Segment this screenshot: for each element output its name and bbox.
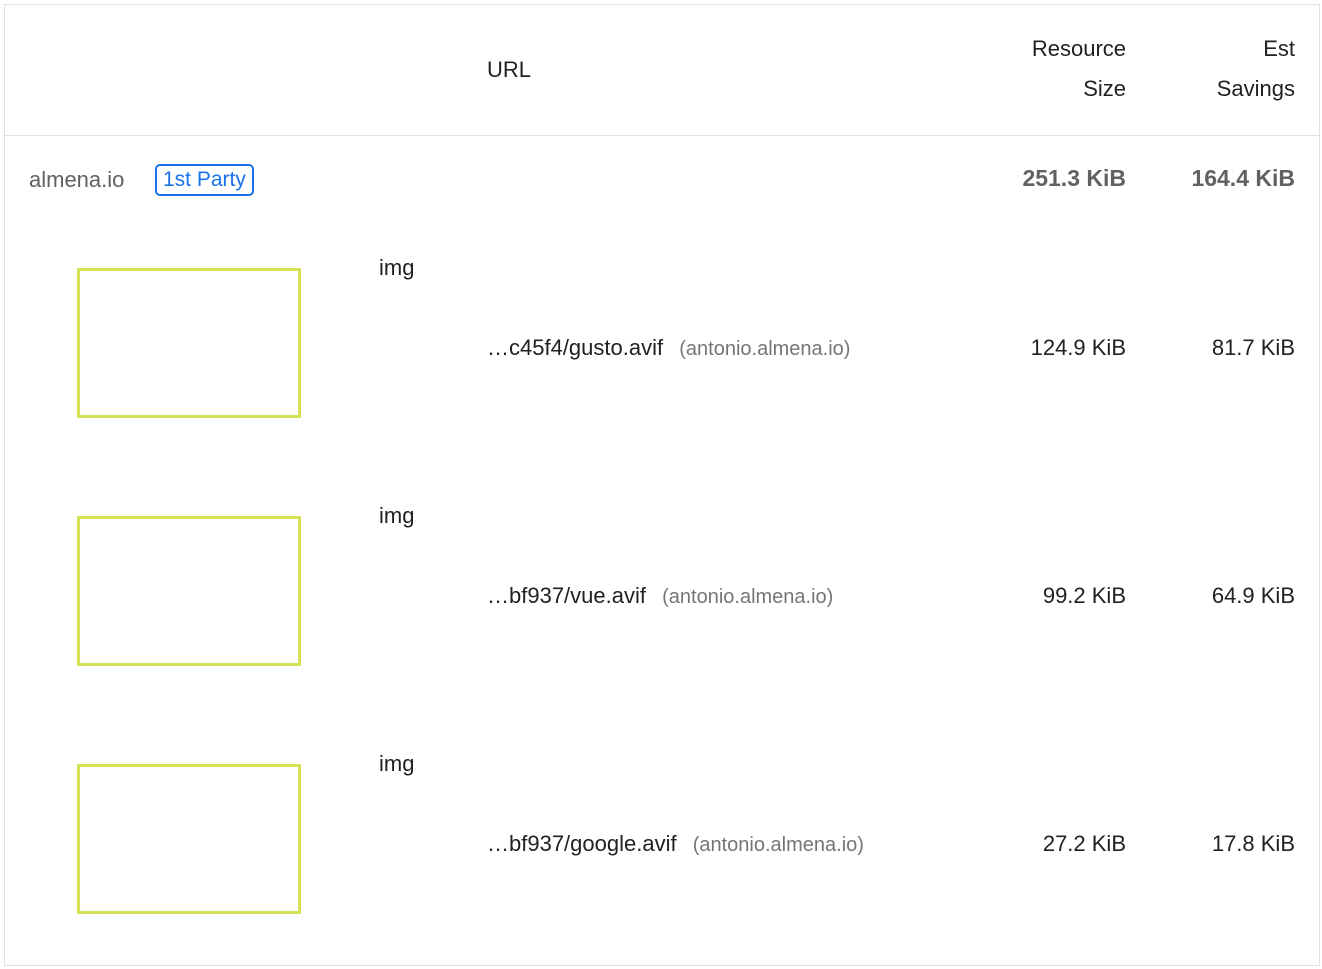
entity-name: almena.io (29, 167, 125, 192)
element-thumbnail[interactable] (77, 516, 301, 666)
first-party-badge: 1st Party (155, 164, 254, 196)
element-thumbnail[interactable] (77, 268, 301, 418)
est-savings: 81.7 KiB (1211, 335, 1295, 360)
column-header-resource-size-line1: Resource (1031, 36, 1126, 61)
resource-url[interactable]: …c45f4/gusto.avif (antonio.almena.io) (487, 335, 850, 361)
resource-url-path[interactable]: …bf937/vue.avif (487, 583, 646, 608)
table-header: URL Resource Size Est Savings (5, 5, 1319, 136)
column-header-resource-size[interactable]: Resource Size (926, 29, 1126, 109)
node-label: img (379, 255, 415, 280)
resource-url[interactable]: …bf937/google.avif (antonio.almena.io) (487, 831, 864, 857)
column-header-est-savings[interactable]: Est Savings (1145, 29, 1295, 109)
resource-url-host: (antonio.almena.io) (679, 338, 851, 360)
column-header-url[interactable]: URL (487, 50, 531, 90)
table-row: img …bf937/google.avif (antonio.almena.i… (5, 721, 1319, 969)
resource-size: 27.2 KiB (1042, 831, 1126, 856)
entity-group-row: almena.io 1st Party 251.3 KiB 164.4 KiB (5, 135, 1319, 225)
est-savings: 64.9 KiB (1211, 583, 1295, 608)
resource-size: 99.2 KiB (1042, 583, 1126, 608)
resource-url-host: (antonio.almena.io) (662, 586, 834, 608)
entity-est-savings: 164.4 KiB (1191, 165, 1295, 191)
resource-url[interactable]: …bf937/vue.avif (antonio.almena.io) (487, 583, 833, 609)
resource-size: 124.9 KiB (1030, 335, 1126, 360)
column-header-resource-size-line2: Size (1083, 76, 1126, 101)
entity-resource-size: 251.3 KiB (1022, 165, 1126, 191)
table-row: img …c45f4/gusto.avif (antonio.almena.io… (5, 225, 1319, 473)
resource-url-host: (antonio.almena.io) (692, 834, 864, 856)
est-savings: 17.8 KiB (1211, 831, 1295, 856)
resource-url-path[interactable]: …c45f4/gusto.avif (487, 335, 663, 360)
resource-url-path[interactable]: …bf937/google.avif (487, 831, 677, 856)
column-header-est-savings-line1: Est (1263, 36, 1295, 61)
node-label: img (379, 503, 415, 528)
column-header-est-savings-line2: Savings (1216, 76, 1295, 101)
element-thumbnail[interactable] (77, 764, 301, 914)
node-label: img (379, 751, 415, 776)
table-row: img …bf937/vue.avif (antonio.almena.io) … (5, 473, 1319, 721)
resource-table: URL Resource Size Est Savings almena.io … (4, 4, 1320, 966)
